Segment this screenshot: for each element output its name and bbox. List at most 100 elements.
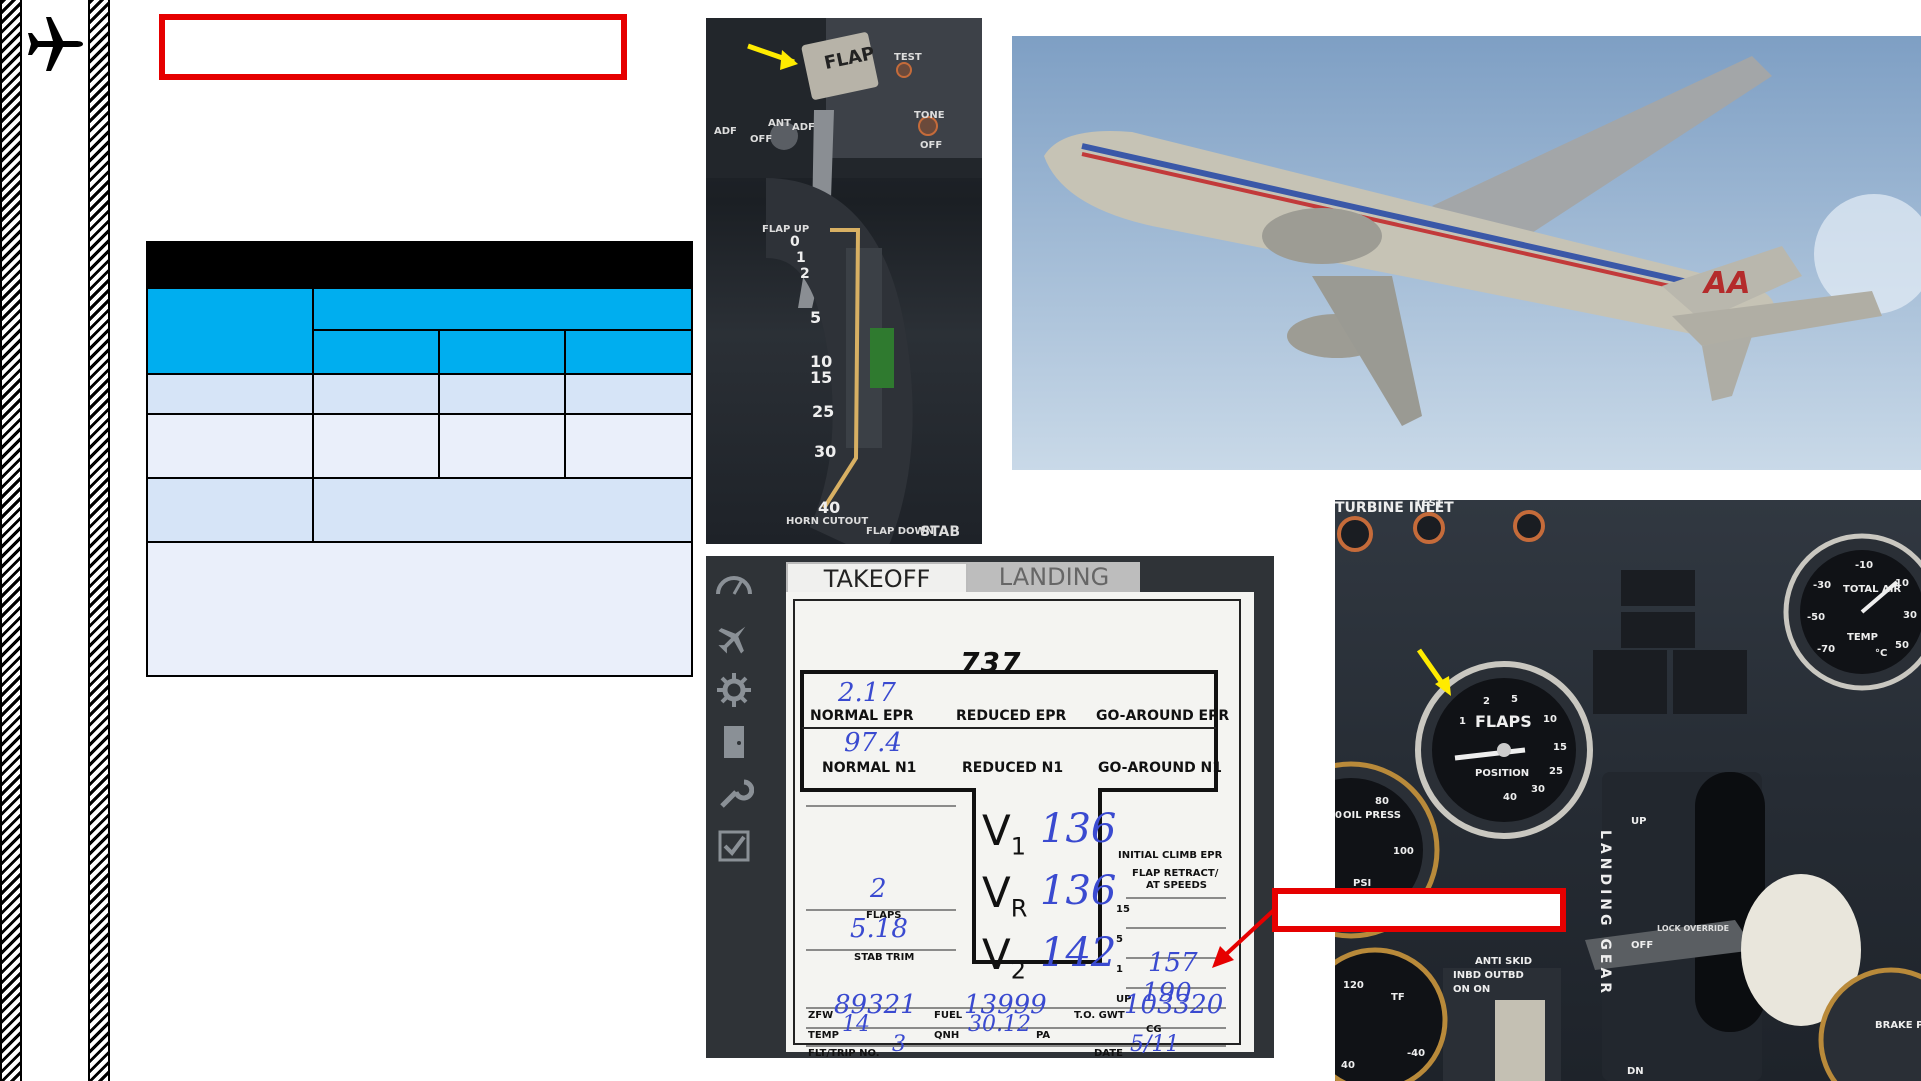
table-header-row xyxy=(146,241,693,289)
tf-label: TF xyxy=(1391,992,1405,1003)
gear-dn-label: DN xyxy=(1627,1066,1644,1077)
temp-label: TEMP xyxy=(808,1030,839,1041)
temp-gauge-label: TEMP xyxy=(1847,632,1878,643)
oil-dial-mark: 80 xyxy=(1375,796,1389,807)
temp-dial-mark: -70 xyxy=(1817,644,1836,655)
retract-row-label: 5 xyxy=(1116,934,1123,945)
reduced-epr-label: REDUCED EPR xyxy=(956,708,1067,724)
ant-label: ANT xyxy=(768,118,791,129)
horn-cutout-label: HORN CUTOUT xyxy=(786,516,869,527)
title-highlight-box xyxy=(159,14,627,80)
flap-retract-label: FLAP RETRACT/ xyxy=(1132,868,1219,879)
v2-value: 142 xyxy=(1040,930,1117,976)
stab-trim-label: STAB TRIM xyxy=(854,952,915,963)
table-header-cell xyxy=(312,329,440,375)
gauge-icon[interactable] xyxy=(714,566,754,606)
initial-climb-epr-label: INITIAL CLIMB EPR xyxy=(1118,850,1223,861)
table-cell xyxy=(146,413,314,479)
at-speeds-label: AT SPEEDS xyxy=(1146,880,1207,891)
date-value: 5/11 xyxy=(1130,1032,1180,1057)
left-decorative-rail-inner xyxy=(88,0,110,1081)
anti-skid-label: ANTI SKID xyxy=(1475,956,1533,967)
tab-landing[interactable]: LANDING xyxy=(968,562,1140,592)
gauge-mark-40: 40 xyxy=(1341,1060,1355,1071)
wrench-icon[interactable] xyxy=(714,774,755,814)
reduced-n1-label: REDUCED N1 xyxy=(962,760,1064,776)
temp-unit-label: °C xyxy=(1875,648,1888,659)
table-cell xyxy=(438,373,566,415)
flap-scale-mark: 25 xyxy=(812,402,835,421)
normal-epr-value: 2.17 xyxy=(838,678,896,708)
flaps-dial-mark: 1 xyxy=(1459,716,1466,727)
oil-dial-mark: 0 xyxy=(1335,810,1342,821)
checklist-icon[interactable] xyxy=(714,826,754,866)
off-label: OFF xyxy=(750,134,773,145)
flap-scale-mark: 0 xyxy=(790,234,800,250)
table-cell xyxy=(146,373,314,415)
retract-row-value: 157 xyxy=(1148,948,1198,978)
pa-label: PA xyxy=(1036,1030,1051,1041)
airplane-icon[interactable] xyxy=(714,618,754,658)
temp-dial-mark: 50 xyxy=(1895,640,1909,651)
table-cell xyxy=(312,477,693,543)
vr-value: 136 xyxy=(1040,868,1117,914)
tab-takeoff[interactable]: TAKEOFF xyxy=(786,562,968,594)
flap-lever-illustration xyxy=(706,18,982,544)
table-cell xyxy=(564,373,693,415)
tone-label: TONE xyxy=(914,110,945,121)
tail-logo: AA xyxy=(1704,266,1751,301)
temp-dial-mark: 30 xyxy=(1903,610,1917,621)
flap-up-label: FLAP UP xyxy=(762,224,810,235)
go-around-epr-label: GO-AROUND EPR xyxy=(1096,708,1230,724)
adf-label: ADF xyxy=(714,126,737,137)
flap-scale-mark: 15 xyxy=(810,368,833,387)
gauge-mark-120: 120 xyxy=(1343,980,1364,991)
normal-n1-value: 97.4 xyxy=(844,728,902,758)
gear-icon[interactable] xyxy=(714,670,754,710)
airplane-photo: AA xyxy=(1012,36,1921,470)
stab-trim-value: 5.18 xyxy=(850,914,908,944)
flap-scale-mark: 1 xyxy=(796,250,806,266)
flap-scale-mark: 5 xyxy=(810,308,822,327)
v1-label: V1 xyxy=(982,806,1027,861)
table-header-cell xyxy=(146,287,314,375)
callout-arrow xyxy=(1212,908,1276,968)
card-title: 737 xyxy=(960,646,1022,679)
v2-label: V2 xyxy=(982,930,1027,985)
normal-n1-label: NORMAL N1 xyxy=(822,760,917,776)
table-header-cell xyxy=(564,329,693,375)
lock-override-label: LOCK OVERRIDE xyxy=(1657,924,1730,933)
flaps-dial-mark: 30 xyxy=(1531,784,1545,795)
door-icon[interactable] xyxy=(714,722,754,762)
to-gwt-value: 103320 xyxy=(1124,990,1224,1020)
tone-off-label: OFF xyxy=(920,140,943,151)
flaps-value: 2 xyxy=(870,874,887,904)
flaps-dial-mark: 5 xyxy=(1511,694,1518,705)
test-label: TEST xyxy=(894,52,922,63)
gauge-mark-minus40: -40 xyxy=(1407,1048,1426,1059)
stab-label: STAB xyxy=(920,524,961,540)
gear-off-label: OFF xyxy=(1631,940,1654,951)
flaps-position-label: POSITION xyxy=(1475,768,1530,779)
takeoff-card: 737 2.17 NORMAL EPR REDUCED EPR GO-AROUN… xyxy=(786,592,1254,1058)
fuel-label: FUEL xyxy=(934,1010,963,1021)
go-around-n1-label: GO-AROUND N1 xyxy=(1098,760,1223,776)
table-cell xyxy=(312,373,440,415)
qnh-value: 30.12 xyxy=(968,1012,1031,1037)
flaps-dial-mark: 2 xyxy=(1483,696,1490,707)
table-cell xyxy=(438,413,566,479)
adf-small-label: ADF xyxy=(792,122,815,133)
flaps-dial-mark: 25 xyxy=(1549,766,1563,777)
qnh-label: QNH xyxy=(934,1030,960,1041)
table-cell xyxy=(146,477,314,543)
flt-trip-value: 3 xyxy=(892,1032,906,1057)
flt-trip-label: FLT/TRIP NO. xyxy=(808,1048,880,1058)
oil-press-label: OIL PRESS xyxy=(1343,810,1401,821)
table-notes-cell xyxy=(146,541,693,677)
flaps-gauge-photo: TURBINE INLET TEST FLAPS POSITION 1 2 5 … xyxy=(1335,500,1921,1081)
retract-row-label: 15 xyxy=(1116,904,1130,915)
v1-value: 136 xyxy=(1040,806,1117,852)
temp-dial-mark: -50 xyxy=(1807,612,1826,623)
temp-dial-mark: -10 xyxy=(1855,560,1874,571)
brake-press-label: BRAKE PRESS xyxy=(1875,1020,1921,1031)
